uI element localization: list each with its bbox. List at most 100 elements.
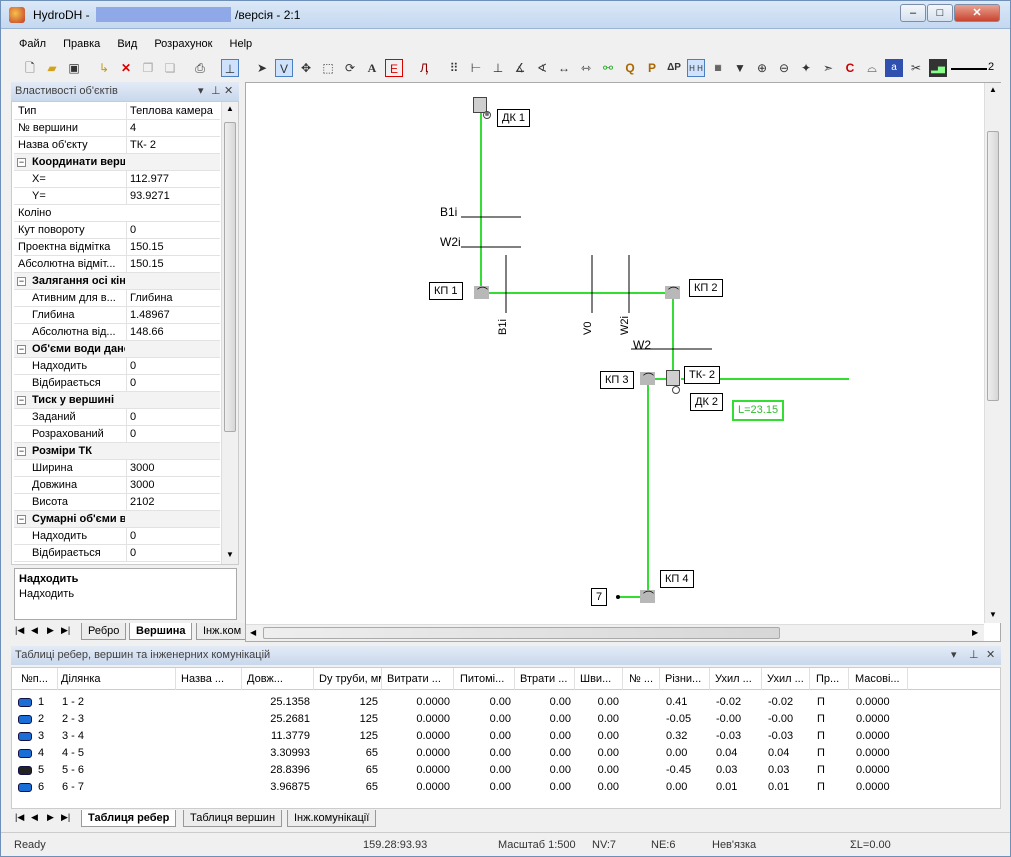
table-close-icon[interactable]: ✕ xyxy=(986,646,995,665)
table-header-cell[interactable]: Витрати ... xyxy=(384,668,454,690)
property-row[interactable]: Кут повороту 0 xyxy=(14,222,220,239)
property-row[interactable]: Глибина 1.48967 xyxy=(14,307,220,324)
pointer-icon[interactable]: ➤ xyxy=(253,59,271,77)
property-value[interactable]: 4 xyxy=(126,120,220,136)
table-header-cell[interactable]: Масові... xyxy=(852,668,908,690)
property-row[interactable]: Висота 2102 xyxy=(14,494,220,511)
table-header-cell[interactable]: Довж... xyxy=(244,668,314,690)
menu-file[interactable]: Файл xyxy=(7,35,53,53)
scroll-up-icon[interactable]: ▲ xyxy=(226,104,234,113)
property-value[interactable]: 148.66 xyxy=(126,324,220,340)
node-kp4[interactable]: ⌒ xyxy=(640,590,655,603)
property-category[interactable]: −Об'єми води даної вершини xyxy=(14,341,220,358)
node-kp1[interactable]: ⌒ xyxy=(474,286,489,299)
table-header-cell[interactable]: Питомі... xyxy=(457,668,515,690)
property-category[interactable]: − Розміри ТК xyxy=(14,443,220,460)
table-row[interactable]: 6 6 - 7 3.96875 65 0.0000 0.00 0.00 0.00 0.00 0.0… xyxy=(12,779,1000,796)
tab-vertices-table[interactable]: Таблиця вершин xyxy=(183,810,283,827)
property-value[interactable]: 112.977 xyxy=(126,171,220,187)
label-tk2[interactable]: ТК- 2 xyxy=(684,366,720,384)
line-width-sample[interactable] xyxy=(951,68,987,70)
menu-calculation[interactable]: Розрахунок xyxy=(147,35,219,53)
table-header-cell[interactable]: Dy труби, мм xyxy=(316,668,382,690)
property-value[interactable]: 150.15 xyxy=(126,239,220,255)
table-header-cell[interactable]: Ділянка xyxy=(58,668,176,690)
import-icon[interactable]: ↳ xyxy=(95,59,113,77)
property-category[interactable]: −Залягання осі кінця труби xyxy=(14,273,220,290)
property-row[interactable]: X= 112.977 xyxy=(14,171,220,188)
table-row[interactable]: 5 5 - 6 28.8396 65 0.0000 0.00 0.00 0.00 -0.45 0.… xyxy=(12,762,1000,779)
table-header-cell[interactable]: Назва ... xyxy=(178,668,242,690)
line-width-value[interactable]: 2 xyxy=(988,61,994,73)
property-value[interactable]: 0 xyxy=(126,358,220,374)
property-row[interactable]: Проектна відмітка 150.15 xyxy=(14,239,220,256)
next-tab-icon[interactable]: ▶ xyxy=(47,625,54,636)
align-bottom-icon[interactable]: ⊥ xyxy=(489,59,507,77)
table-header-cell[interactable]: Шви... xyxy=(577,668,623,690)
last-tab-icon[interactable]: ▶| xyxy=(61,625,70,636)
label-kp3[interactable]: КП 3 xyxy=(600,371,634,389)
label-kp4[interactable]: КП 4 xyxy=(660,570,694,588)
edit-text-icon[interactable]: E xyxy=(385,59,403,77)
property-row[interactable]: Довжина 3000 xyxy=(14,477,220,494)
property-row[interactable]: Надходить 0 xyxy=(14,358,220,375)
table-row[interactable]: 4 4 - 5 3.30993 65 0.0000 0.00 0.00 0.00 0.00 0.0… xyxy=(12,745,1000,762)
property-value[interactable]: 1.48967 xyxy=(126,307,220,323)
close-button[interactable]: ✕ xyxy=(954,4,1000,22)
route-icon[interactable]: ➣ xyxy=(819,59,837,77)
pressure-p-icon[interactable]: P xyxy=(643,59,661,77)
tab-engineering[interactable]: Інж.ком xyxy=(196,623,249,640)
zoom-in-icon[interactable]: ⊕ xyxy=(753,59,771,77)
calc-icon[interactable]: C xyxy=(841,59,859,77)
new-file-icon[interactable]: 🗋 xyxy=(21,59,39,77)
property-row[interactable]: Абсолютна від... 148.66 xyxy=(14,324,220,341)
table-row[interactable]: 1 1 - 2 25.1358 125 0.0000 0.00 0.00 0.00 0.41 -0… xyxy=(12,694,1000,711)
property-value[interactable]: 3000 xyxy=(126,460,220,476)
property-category[interactable]: −Координати вершини xyxy=(14,154,220,171)
table-dropdown-icon[interactable]: ▾ xyxy=(951,646,957,665)
text-icon[interactable]: A xyxy=(363,59,381,77)
canvas-scroll-up-icon[interactable]: ▲ xyxy=(989,85,997,94)
table-row[interactable]: 3 3 - 4 11.3779 125 0.0000 0.00 0.00 0.00 0.32 -0… xyxy=(12,728,1000,745)
measure-2-icon[interactable]: ⇿ xyxy=(577,59,595,77)
property-row[interactable]: Тип Теплова камера xyxy=(14,103,220,120)
table-header-cell[interactable]: Ухил ... xyxy=(764,668,810,690)
dropdown-icon[interactable]: ▾ xyxy=(198,82,204,101)
delta-p-icon[interactable]: ΔP xyxy=(665,59,683,77)
flow-q-icon[interactable]: Q xyxy=(621,59,639,77)
table-next-tab-icon[interactable]: ▶ xyxy=(47,812,54,823)
label-node-7[interactable]: 7 xyxy=(591,588,608,606)
open-folder-icon[interactable]: ▰ xyxy=(43,59,61,77)
close-panel-icon[interactable]: ✕ xyxy=(224,82,233,101)
delete-icon[interactable]: ✕ xyxy=(117,59,135,77)
first-tab-icon[interactable]: |◀ xyxy=(15,625,24,636)
menu-edit[interactable]: Правка xyxy=(56,35,107,53)
canvas-hscroll-thumb[interactable] xyxy=(263,627,780,639)
table-header-cell[interactable]: Ухил ... xyxy=(712,668,762,690)
property-value[interactable]: Теплова камера xyxy=(126,103,220,119)
table-header-cell[interactable]: Пр... xyxy=(813,668,849,690)
table-last-tab-icon[interactable]: ▶| xyxy=(61,812,70,823)
font-icon[interactable]: a xyxy=(885,59,903,77)
pin-icon[interactable]: ⊥ xyxy=(211,82,221,101)
label-length[interactable]: L=23.15 xyxy=(732,400,785,421)
property-row[interactable]: Розрахований 0 xyxy=(14,426,220,443)
tab-edge[interactable]: Ребро xyxy=(81,623,127,640)
tab-vertex[interactable]: Вершина xyxy=(129,623,193,640)
menu-view[interactable]: Вид xyxy=(110,35,144,53)
align-left-icon[interactable]: ⊢ xyxy=(467,59,485,77)
vertex-select-icon[interactable]: V xyxy=(275,59,293,77)
tab-edges-table[interactable]: Таблиця ребер xyxy=(81,810,177,827)
node-7-dot[interactable] xyxy=(616,595,620,599)
property-value[interactable]: 93.9271 xyxy=(126,188,220,204)
property-value[interactable]: 0 xyxy=(126,375,220,391)
property-row[interactable]: Ативним для в... Глибина xyxy=(14,290,220,307)
property-value[interactable]: Глибина xyxy=(126,290,220,306)
paste-icon[interactable]: ❏ xyxy=(161,59,179,77)
print-icon[interactable]: ⎙ xyxy=(191,59,209,77)
grid-icon[interactable]: ⠿ xyxy=(445,59,463,77)
angle-icon[interactable]: ∡ xyxy=(511,59,529,77)
table-header-cell[interactable]: №п... xyxy=(18,668,58,690)
rect-select-icon[interactable]: ⬚ xyxy=(319,59,337,77)
canvas-hscroll[interactable]: ◀ ▶ xyxy=(246,624,984,641)
